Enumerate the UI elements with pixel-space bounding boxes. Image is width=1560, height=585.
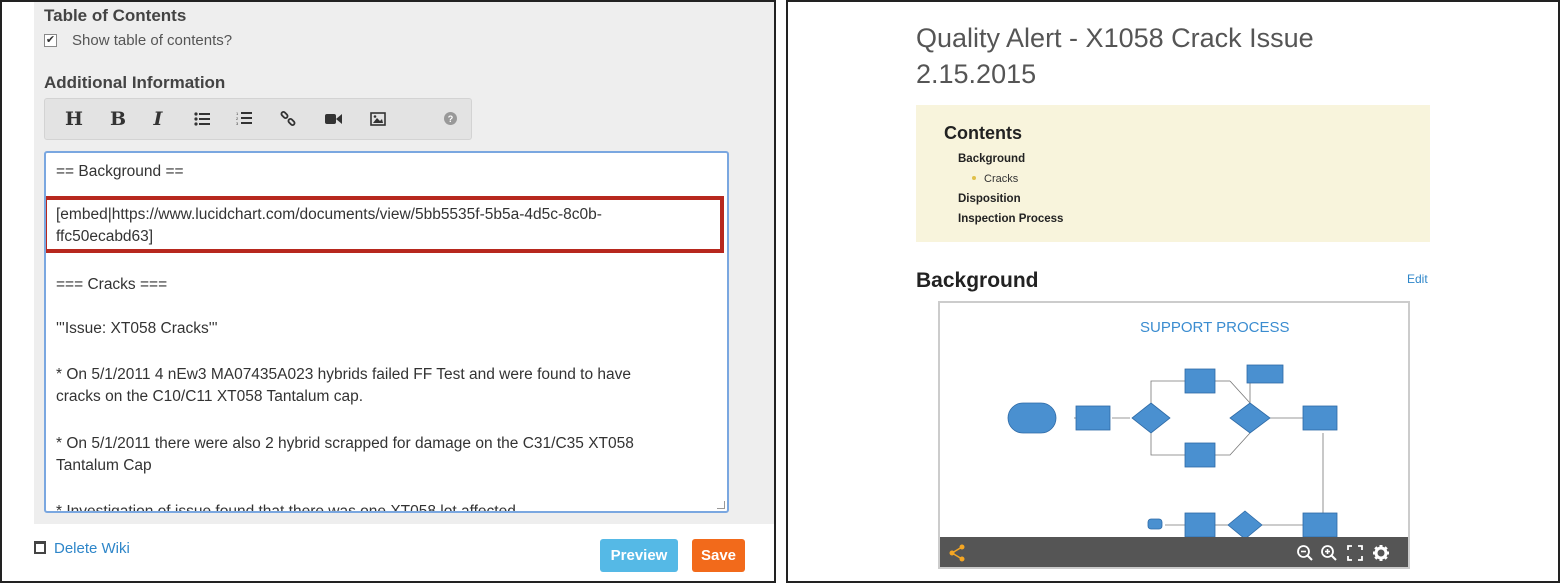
embed-control-bar <box>940 537 1408 567</box>
toc-link-background[interactable]: Background <box>958 153 1025 165</box>
preview-button[interactable]: Preview <box>600 539 678 572</box>
editor-toolbar: H B I 123 ? <box>44 98 472 140</box>
toc-link-disposition[interactable]: Disposition <box>958 193 1021 205</box>
lucidchart-embed[interactable]: SUPPORT PROCESS <box>938 301 1410 569</box>
video-icon[interactable] <box>321 99 347 139</box>
editor-line: == Background == <box>56 163 184 180</box>
italic-button[interactable]: I <box>145 99 171 139</box>
help-icon[interactable]: ? <box>437 99 463 139</box>
svg-text:3: 3 <box>236 121 239 126</box>
edit-section-link[interactable]: Edit <box>1407 272 1428 286</box>
section-heading: Background <box>916 269 1039 292</box>
delete-wiki-label: Delete Wiki <box>54 540 130 557</box>
show-toc-label[interactable]: Show table of contents? <box>72 32 232 49</box>
save-button[interactable]: Save <box>692 539 745 572</box>
svg-text:?: ? <box>447 114 453 124</box>
zoom-out-icon[interactable] <box>1294 540 1316 564</box>
wiki-text-editor[interactable]: == Background == [embed|https://www.luci… <box>44 151 729 513</box>
image-icon[interactable] <box>365 99 391 139</box>
zoom-in-icon[interactable] <box>1318 540 1340 564</box>
toc-box: Contents Background Cracks Disposition I… <box>916 105 1430 242</box>
editor-line: cracks on the C10/C11 XT058 Tantalum cap… <box>56 388 364 405</box>
page-title: Quality Alert - X1058 Crack Issue 2.15.2… <box>916 23 1314 89</box>
fullscreen-icon[interactable] <box>1344 540 1366 564</box>
trash-icon <box>34 541 46 554</box>
flowchart-diagram <box>1007 364 1338 537</box>
lucidchart-logo-icon[interactable] <box>946 540 968 564</box>
embed-highlight-box <box>46 196 724 253</box>
additional-info-heading: Additional Information <box>44 73 226 92</box>
heading-button[interactable]: H <box>61 99 87 139</box>
wiki-preview-panel: Quality Alert - X1058 Crack Issue 2.15.2… <box>786 0 1560 583</box>
toc-link-cracks[interactable]: Cracks <box>972 173 1018 185</box>
editor-line: Tantalum Cap <box>56 457 152 474</box>
show-toc-checkbox[interactable]: ✔ <box>44 34 57 47</box>
editor-line: '''Issue: XT058 Cracks''' <box>56 320 218 337</box>
resize-handle[interactable] <box>717 501 725 509</box>
editor-line: * On 5/1/2011 4 nEw3 MA07435A023 hybrids… <box>56 366 632 383</box>
settings-icon[interactable] <box>1370 540 1392 564</box>
toc-link-inspection[interactable]: Inspection Process <box>958 213 1063 225</box>
editor-line: * On 5/1/2011 there were also 2 hybrid s… <box>56 435 634 452</box>
editor-line: * Investigation of issue found that ther… <box>56 503 516 513</box>
bold-button[interactable]: B <box>105 99 131 139</box>
bullet-list-icon[interactable] <box>189 99 215 139</box>
toc-title: Contents <box>944 123 1022 143</box>
editor-line: === Cracks === <box>56 276 168 293</box>
toc-sub-label: Cracks <box>984 173 1019 185</box>
delete-wiki-link[interactable]: Delete Wiki <box>34 540 130 557</box>
wiki-editor-panel: Table of Contents ✔ Show table of conten… <box>0 0 776 583</box>
toc-heading: Table of Contents <box>44 6 187 25</box>
bullet-dot-icon <box>972 176 976 180</box>
numbered-list-icon[interactable]: 123 <box>231 99 257 139</box>
link-icon[interactable] <box>275 99 301 139</box>
